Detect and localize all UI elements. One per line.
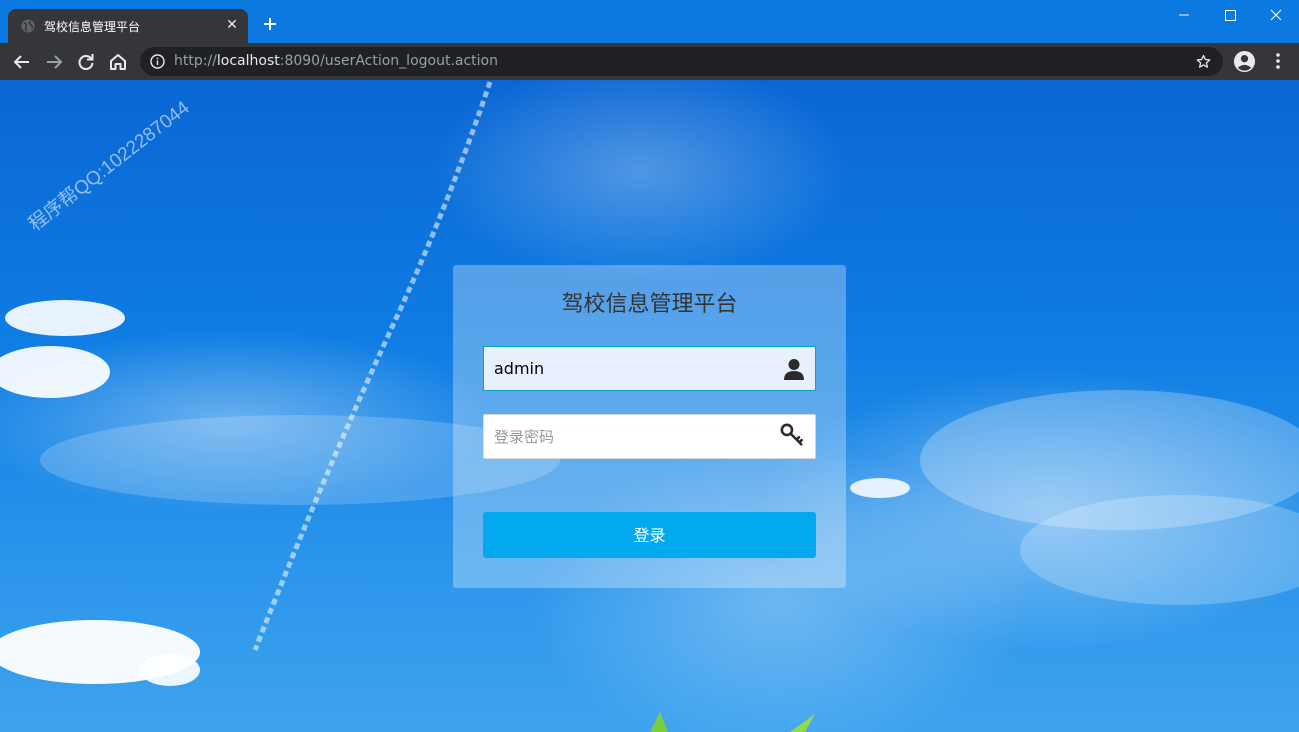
browser-tab[interactable]: 驾校信息管理平台 ✕ bbox=[8, 9, 248, 43]
browser-toolbar: http://localhost:8090/userAction_logout.… bbox=[0, 43, 1299, 80]
user-icon bbox=[784, 359, 804, 380]
login-title: 驾校信息管理平台 bbox=[561, 292, 738, 317]
url-host: localhost bbox=[216, 53, 280, 69]
star-icon[interactable] bbox=[1195, 53, 1212, 70]
browser-window: 驾校信息管理平台 ✕ http://localhost:8090/userAct… bbox=[0, 0, 1299, 732]
close-icon[interactable] bbox=[1253, 4, 1299, 28]
tab-close-button[interactable]: ✕ bbox=[224, 17, 240, 33]
reload-icon[interactable] bbox=[74, 50, 98, 74]
key-icon bbox=[780, 423, 803, 446]
menu-dots-icon[interactable] bbox=[1268, 51, 1288, 71]
password-input[interactable] bbox=[494, 415, 774, 458]
password-field[interactable] bbox=[483, 414, 816, 459]
url-prefix: http:// bbox=[174, 53, 217, 69]
forward-arrow-icon[interactable] bbox=[42, 50, 66, 74]
plus-icon[interactable] bbox=[260, 14, 280, 34]
address-bar[interactable]: http://localhost:8090/userAction_logout.… bbox=[140, 47, 1223, 76]
profile-icon[interactable] bbox=[1233, 50, 1256, 73]
tab-strip: 驾校信息管理平台 ✕ bbox=[0, 0, 1299, 43]
back-arrow-icon[interactable] bbox=[10, 50, 34, 74]
info-icon[interactable] bbox=[150, 54, 165, 69]
maximize-icon[interactable] bbox=[1207, 4, 1253, 28]
home-icon[interactable] bbox=[106, 50, 130, 74]
login-button[interactable]: 登录 bbox=[483, 512, 816, 558]
globe-icon bbox=[21, 19, 35, 33]
username-field[interactable] bbox=[483, 346, 816, 391]
minimize-icon[interactable] bbox=[1161, 4, 1207, 28]
page-viewport: 程序帮QQ:1022287044 驾校信息管理平台 登录 bbox=[0, 80, 1299, 732]
url-text[interactable]: http://localhost:8090/userAction_logout.… bbox=[174, 53, 498, 69]
login-panel: 驾校信息管理平台 登录 bbox=[453, 265, 846, 588]
username-input[interactable] bbox=[494, 347, 774, 390]
tab-title: 驾校信息管理平台 bbox=[44, 20, 141, 34]
url-path: :8090/userAction_logout.action bbox=[279, 53, 498, 69]
